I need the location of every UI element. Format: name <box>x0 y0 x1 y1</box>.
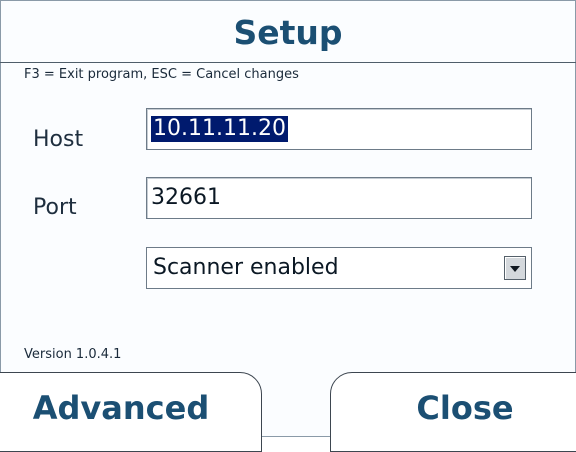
host-input[interactable]: 10.11.11.20 <box>146 108 532 150</box>
keyboard-hint: F3 = Exit program, ESC = Cancel changes <box>24 67 299 82</box>
scanner-select[interactable]: Scanner enabled <box>146 247 532 289</box>
page-title: Setup <box>233 13 343 52</box>
host-label: Host <box>33 127 84 152</box>
port-value: 32661 <box>151 185 221 210</box>
advanced-button[interactable]: Advanced <box>0 372 262 452</box>
dropdown-button[interactable] <box>504 256 526 280</box>
scanner-select-value: Scanner enabled <box>153 255 339 280</box>
host-value-selection: 10.11.11.20 <box>151 116 288 142</box>
title-divider <box>0 62 576 63</box>
close-button[interactable]: Close <box>330 372 576 452</box>
port-label: Port <box>33 195 77 220</box>
chevron-down-icon <box>510 266 520 272</box>
port-input[interactable]: 32661 <box>146 177 532 219</box>
version-text: Version 1.0.4.1 <box>24 347 122 362</box>
